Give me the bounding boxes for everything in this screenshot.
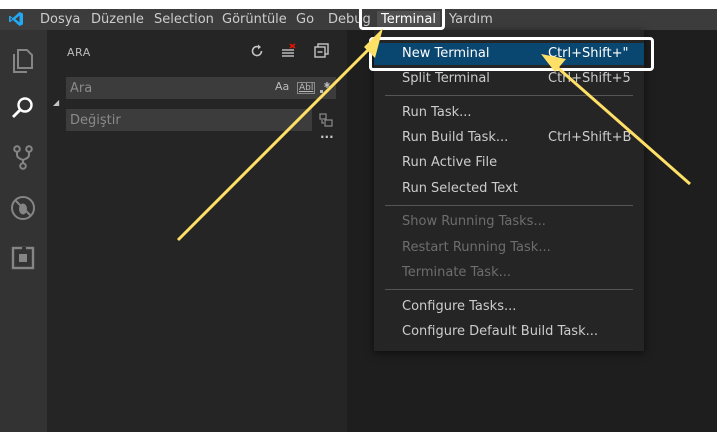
terminal-menu-dropdown: New Terminal Ctrl+Shift+" Split Terminal… — [374, 30, 644, 351]
menu-item-label: Run Task... — [402, 105, 472, 120]
menu-selection[interactable]: Selection — [154, 11, 214, 28]
new-terminal-highlight — [369, 37, 654, 71]
menu-view[interactable]: Görüntüle — [222, 11, 287, 28]
menu-item-label: Split Terminal — [402, 71, 490, 86]
replace-box — [66, 109, 312, 131]
menu-separator — [385, 205, 633, 206]
menu-item-label: Run Active File — [402, 155, 498, 170]
menu-item-run-build-task[interactable]: Run Build Task... Ctrl+Shift+B — [374, 127, 644, 149]
menu-item-restart-running-task: Restart Running Task... — [374, 237, 644, 259]
vscode-logo-icon — [9, 12, 23, 26]
activity-bar — [0, 30, 47, 432]
menu-item-label: Terminate Task... — [402, 265, 512, 280]
menu-file[interactable]: Dosya — [40, 11, 80, 28]
regex-toggle-icon[interactable] — [318, 81, 332, 95]
menu-item-terminate-task: Terminate Task... — [374, 262, 644, 284]
more-options-icon[interactable]: ··· — [320, 130, 334, 144]
replace-toggle-chevron-icon[interactable]: ◢ — [53, 98, 59, 107]
replace-all-icon[interactable] — [318, 112, 334, 128]
menu-separator — [385, 95, 633, 96]
menu-help[interactable]: Yardım — [449, 11, 493, 28]
extensions-icon[interactable] — [9, 244, 37, 272]
menu-item-label: Configure Default Build Task... — [402, 324, 598, 339]
menu-item-label: Run Selected Text — [402, 181, 518, 196]
menu-item-run-task[interactable]: Run Task... — [374, 102, 644, 124]
search-box: Aa Abl — [66, 77, 336, 99]
menu-item-run-active-file[interactable]: Run Active File — [374, 152, 644, 174]
menu-go[interactable]: Go — [296, 11, 314, 28]
menu-item-shortcut: Ctrl+Shift+B — [548, 130, 632, 145]
menu-item-configure-default-build-task[interactable]: Configure Default Build Task... — [374, 321, 644, 343]
menu-item-run-selected-text[interactable]: Run Selected Text — [374, 178, 644, 200]
debug-icon[interactable] — [9, 194, 37, 222]
whole-word-toggle[interactable]: Abl — [297, 82, 316, 94]
search-input[interactable] — [66, 77, 260, 99]
menu-item-configure-tasks[interactable]: Configure Tasks... — [374, 296, 644, 318]
clear-results-icon[interactable] — [280, 42, 298, 60]
collapse-all-icon[interactable] — [313, 42, 331, 60]
search-icon[interactable] — [9, 94, 37, 122]
match-case-toggle[interactable]: Aa — [275, 80, 289, 93]
search-sidebar: ARA ◢ Aa Abl ··· — [47, 30, 347, 432]
menu-separator — [385, 289, 633, 290]
menu-item-label: Show Running Tasks... — [402, 214, 546, 229]
source-control-icon[interactable] — [9, 143, 37, 171]
sidebar-title: ARA — [67, 46, 91, 59]
menu-item-split-terminal[interactable]: Split Terminal Ctrl+Shift+5 — [374, 68, 644, 90]
files-icon[interactable] — [9, 46, 37, 74]
menu-item-label: Restart Running Task... — [402, 240, 551, 255]
menu-item-label: Configure Tasks... — [402, 299, 517, 314]
menu-edit[interactable]: Düzenle — [91, 11, 144, 28]
terminal-menu-highlight — [359, 0, 445, 30]
menu-item-label: Run Build Task... — [402, 130, 509, 145]
refresh-icon[interactable] — [248, 42, 266, 60]
menu-item-show-running-tasks: Show Running Tasks... — [374, 211, 644, 233]
replace-input[interactable] — [66, 109, 260, 131]
menu-item-shortcut: Ctrl+Shift+5 — [548, 71, 631, 86]
